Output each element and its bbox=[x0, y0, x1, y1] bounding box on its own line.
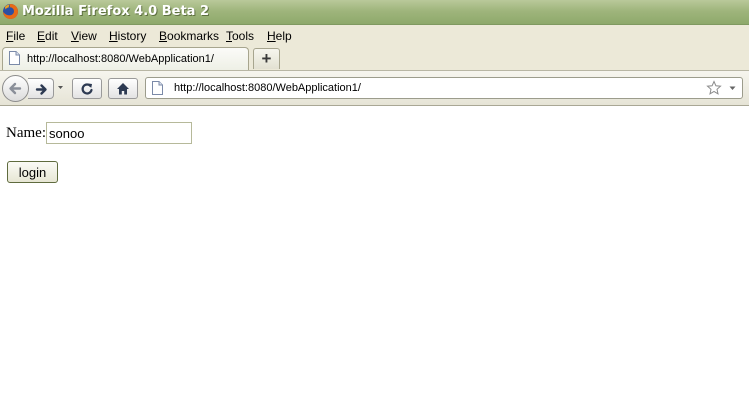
bookmark-star-icon[interactable] bbox=[706, 80, 722, 96]
new-tab-button[interactable]: + bbox=[253, 48, 280, 69]
page-content: Name: login bbox=[0, 106, 749, 409]
window-title: Mozilla Firefox 4.0 Beta 2 bbox=[22, 4, 210, 19]
menu-view[interactable]: View bbox=[71, 29, 97, 43]
login-button[interactable]: login bbox=[7, 161, 58, 183]
navigation-toolbar: http://localhost:8080/WebApplication1/ bbox=[0, 70, 749, 106]
reload-icon bbox=[81, 83, 93, 95]
url-text[interactable]: http://localhost:8080/WebApplication1/ bbox=[174, 82, 361, 94]
window-titlebar: Mozilla Firefox 4.0 Beta 2 bbox=[0, 0, 749, 25]
url-bar[interactable]: http://localhost:8080/WebApplication1/ bbox=[145, 77, 743, 99]
name-input[interactable] bbox=[46, 122, 192, 144]
menu-edit[interactable]: Edit bbox=[37, 29, 58, 43]
tab-active[interactable]: http://localhost:8080/WebApplication1/ bbox=[2, 47, 249, 70]
forward-icon bbox=[35, 84, 47, 95]
menu-file[interactable]: File bbox=[6, 29, 25, 43]
home-button[interactable] bbox=[108, 78, 138, 99]
back-button[interactable] bbox=[2, 75, 29, 102]
tab-label: http://localhost:8080/WebApplication1/ bbox=[27, 53, 214, 65]
reload-button[interactable] bbox=[72, 78, 102, 99]
menu-history[interactable]: History bbox=[109, 29, 146, 43]
menu-bar: File Edit View History Bookmarks Tools H… bbox=[0, 25, 749, 45]
menu-bookmarks[interactable]: Bookmarks bbox=[159, 29, 219, 43]
page-icon bbox=[9, 51, 20, 65]
history-dropdown-icon[interactable] bbox=[56, 83, 65, 91]
back-icon bbox=[9, 82, 22, 95]
forward-button[interactable] bbox=[28, 78, 54, 99]
name-label: Name: bbox=[6, 125, 46, 141]
url-dropdown-icon[interactable] bbox=[729, 86, 736, 91]
menu-help[interactable]: Help bbox=[267, 29, 292, 43]
tab-strip: http://localhost:8080/WebApplication1/ + bbox=[0, 45, 749, 70]
page-icon bbox=[152, 81, 163, 95]
menu-tools[interactable]: Tools bbox=[226, 29, 254, 43]
home-icon bbox=[117, 83, 129, 95]
firefox-logo-icon bbox=[3, 4, 18, 19]
